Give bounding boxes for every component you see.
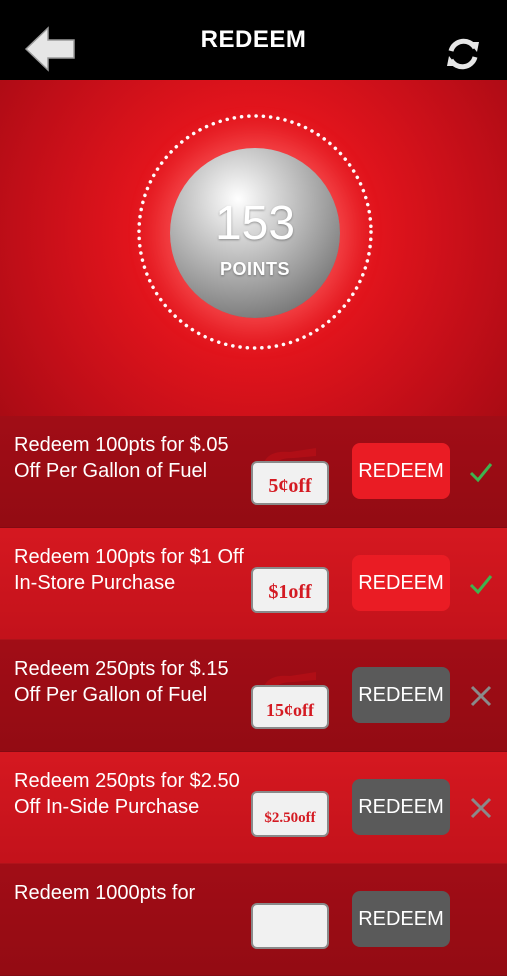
reward-description: Redeem 100pts for $.05 Off Per Gallon of…: [14, 434, 229, 482]
coupon-text: 5¢off: [268, 475, 312, 497]
cross-icon: [470, 685, 492, 707]
back-arrow-icon[interactable]: [24, 26, 76, 72]
reward-row: Redeem 100pts for $.05 Off Per Gallon of…: [0, 416, 507, 528]
redeem-button[interactable]: REDEEM: [352, 667, 450, 723]
coupon-text: 15¢off: [266, 700, 315, 720]
coupon-icon: $2.50off: [251, 791, 329, 837]
page-title: REDEEM: [200, 26, 307, 53]
top-bar: REDEEM: [0, 0, 507, 80]
reward-description: Redeem 100pts for $1 Off In-Store Purcha…: [14, 546, 244, 594]
points-value: 153: [214, 197, 296, 250]
coupon-icon: [251, 903, 329, 949]
reward-row: Redeem 100pts for $1 Off In-Store Purcha…: [0, 528, 507, 640]
reward-description: Redeem 250pts for $2.50 Off In-Side Purc…: [14, 770, 240, 818]
redeem-button[interactable]: REDEEM: [352, 443, 450, 499]
redeem-button[interactable]: REDEEM: [352, 779, 450, 835]
fuel-coupon-icon: 5¢off: [251, 448, 329, 505]
check-icon: [469, 463, 493, 483]
reward-description: Redeem 1000pts for: [14, 882, 196, 904]
points-label: POINTS: [219, 259, 290, 279]
redeem-button[interactable]: REDEEM: [352, 555, 450, 611]
coupon-text: $1off: [268, 581, 312, 603]
redeem-button[interactable]: REDEEM: [352, 891, 450, 947]
rewards-list: Redeem 100pts for $.05 Off Per Gallon of…: [0, 416, 507, 976]
refresh-icon[interactable]: [443, 34, 483, 74]
fuel-coupon-icon: 15¢off: [251, 672, 329, 729]
reward-row: Redeem 250pts for $2.50 Off In-Side Purc…: [0, 752, 507, 864]
cross-icon: [470, 797, 492, 819]
check-icon: [469, 575, 493, 595]
reward-description: Redeem 250pts for $.15 Off Per Gallon of…: [14, 658, 229, 706]
reward-row: Redeem 250pts for $.15 Off Per Gallon of…: [0, 640, 507, 752]
reward-row: Redeem 1000pts for REDEEM: [0, 864, 507, 976]
coupon-text: $2.50off: [264, 810, 316, 826]
coupon-icon: $1off: [251, 567, 329, 613]
points-badge: 153 POINTS: [170, 148, 340, 318]
